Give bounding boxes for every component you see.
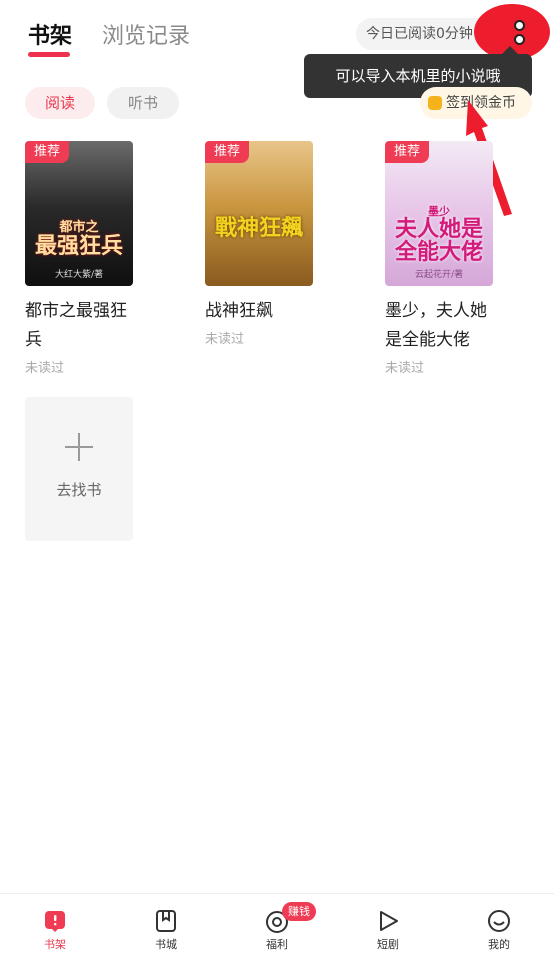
book-cover[interactable]: 推荐 戰神狂飆	[205, 141, 313, 286]
recommend-badge: 推荐	[385, 141, 429, 163]
tab-bookshelf[interactable]: 书架	[28, 18, 72, 50]
book-title[interactable]: 战神狂飙	[205, 297, 317, 326]
nav-bookstore[interactable]: 书城	[111, 894, 221, 958]
nav-label: 短剧	[377, 938, 399, 951]
book-title[interactable]: 都市之最强狂兵	[25, 297, 137, 355]
recommend-badge: 推荐	[25, 141, 69, 163]
profile-icon	[488, 910, 510, 932]
filter-listen-pill[interactable]: 听书	[107, 87, 179, 119]
more-dot-icon	[514, 34, 525, 45]
add-book-label: 去找书	[56, 481, 102, 499]
earn-badge: 赚钱	[282, 902, 316, 921]
coin-icon	[428, 96, 442, 110]
tooltip-arrow	[502, 46, 518, 54]
book-cover[interactable]: 推荐 墨少 夫人她是全能大佬 云起花开/著	[385, 141, 493, 286]
cover-author: 云起花开/著	[414, 270, 464, 280]
bottom-nav: 书架 书城 福利 短剧 我的 赚钱	[0, 893, 554, 958]
nav-label: 我的	[488, 938, 510, 951]
book-status: 未读过	[25, 361, 65, 376]
book-title[interactable]: 墨少，夫人她是全能大佬	[385, 297, 497, 355]
nav-shortplay[interactable]: 短剧	[333, 894, 443, 958]
cover-title: 墨少 夫人她是全能大佬	[394, 205, 483, 265]
cover-title: 戰神狂飆	[214, 215, 303, 241]
tab-underline	[28, 52, 70, 57]
tab-history[interactable]: 浏览记录	[102, 18, 190, 50]
plus-icon	[65, 433, 93, 461]
nav-label: 书架	[44, 938, 66, 951]
cover-author: 大红大紫/著	[54, 270, 104, 280]
book-status: 未读过	[205, 332, 245, 347]
play-icon	[380, 911, 398, 931]
add-book-button[interactable]: 去找书	[25, 397, 133, 541]
filter-read-pill[interactable]: 阅读	[25, 87, 95, 119]
nav-welfare[interactable]: 福利	[222, 894, 332, 958]
book-item[interactable]: 推荐 都市之 最强狂兵 大红大紫/著 都市之最强狂兵 未读过	[25, 141, 175, 376]
book-item[interactable]: 推荐 戰神狂飆 战神狂飙 未读过	[205, 141, 355, 347]
bookstore-icon	[156, 910, 176, 932]
more-dot-icon	[514, 20, 525, 31]
recommend-badge: 推荐	[205, 141, 249, 163]
book-cover[interactable]: 推荐 都市之 最强狂兵 大红大紫/著	[25, 141, 133, 286]
book-item[interactable]: 推荐 墨少 夫人她是全能大佬 云起花开/著 墨少，夫人她是全能大佬 未读过	[385, 141, 535, 376]
nav-bookshelf[interactable]: 书架	[0, 894, 110, 958]
nav-label: 书城	[155, 938, 177, 951]
book-status: 未读过	[385, 361, 425, 376]
nav-profile[interactable]: 我的	[444, 894, 554, 958]
nav-label: 福利	[266, 938, 288, 951]
cover-title: 都市之 最强狂兵	[34, 220, 123, 259]
bookshelf-icon	[45, 911, 65, 932]
